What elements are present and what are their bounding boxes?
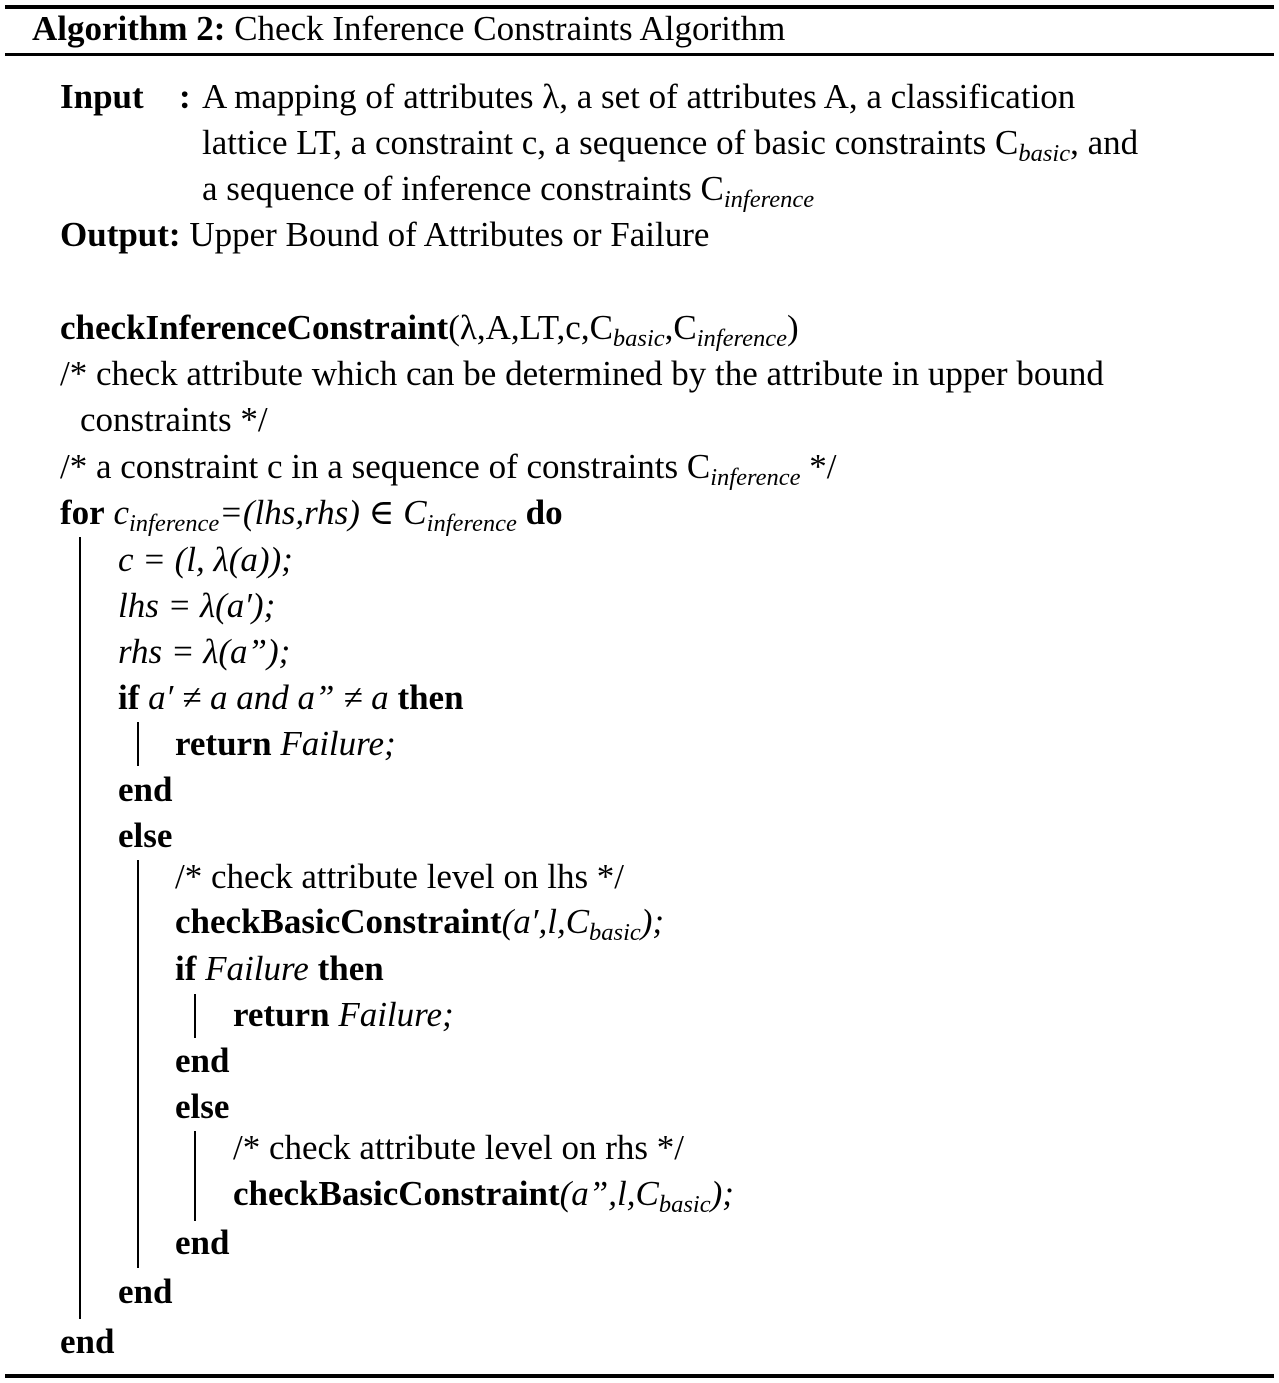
call-basic-fn: checkBasicConstraint xyxy=(233,1174,560,1213)
end-if2: end xyxy=(175,1041,230,1080)
end-else2: end xyxy=(175,1223,230,1262)
stmt-lhs: lhs = λ(a′); xyxy=(118,586,276,625)
comment-3: /* check attribute level on lhs */ xyxy=(175,857,625,896)
algorithm-label: Algorithm 2: xyxy=(32,9,226,48)
algorithm-title: Check Inference Constraints Algorithm xyxy=(234,9,786,48)
algorithm-caption: Algorithm 2: Check Inference Constraints… xyxy=(32,7,785,51)
stmt-rhs: rhs = λ(a”); xyxy=(118,632,291,671)
end-if: end xyxy=(118,770,173,809)
input-line-3: a sequence of inference constraints Cinf… xyxy=(202,169,815,213)
else2-block-bar xyxy=(194,1131,196,1221)
call-basic-fn: checkBasicConstraint xyxy=(175,902,502,941)
if2-block-bar xyxy=(194,994,196,1038)
comment-1-line-2: constraints */ xyxy=(80,400,268,439)
return-keyword: return xyxy=(233,995,330,1034)
for-keyword: for xyxy=(60,493,105,532)
if-condition: a′ ≠ a and a” ≠ a xyxy=(148,678,389,717)
return-statement-2: return Failure; xyxy=(233,993,454,1037)
input-line-1: A mapping of attributes λ, a set of attr… xyxy=(202,77,1076,116)
output-label: Output: xyxy=(60,215,181,254)
function-signature: checkInferenceConstraint(λ,A,LT,c,Cbasic… xyxy=(60,306,799,352)
for-statement: for cinference=(lhs,rhs) ∈ Cinference do xyxy=(60,491,563,537)
return-value: Failure; xyxy=(280,724,396,763)
if-statement: if a′ ≠ a and a” ≠ a then xyxy=(118,676,464,720)
end-for: end xyxy=(60,1322,115,1361)
return-statement-1: return Failure; xyxy=(175,722,396,766)
call-basic-args: (a′,l,Cbasic); xyxy=(501,902,665,946)
if-keyword: if xyxy=(175,949,197,988)
if-condition: Failure xyxy=(205,949,309,988)
input-colon-row: : xyxy=(179,75,191,119)
for-block-bar xyxy=(79,537,81,1319)
then-keyword: then xyxy=(397,678,464,717)
output-row: Output: Upper Bound of Attributes or Fai… xyxy=(60,213,709,257)
if-statement-2: if Failure then xyxy=(175,947,384,991)
call-basic-2: checkBasicConstraint(a”,l,Cbasic); xyxy=(233,1172,734,1218)
output-text: Upper Bound of Attributes or Failure xyxy=(189,215,710,254)
function-args: (λ,A,LT,c,Cbasic,Cinference) xyxy=(448,308,799,352)
do-keyword: do xyxy=(525,493,563,532)
end-else1: end xyxy=(118,1272,173,1311)
call-basic-args: (a”,l,Cbasic); xyxy=(559,1174,734,1218)
comment-4: /* check attribute level on rhs */ xyxy=(233,1128,684,1167)
if-keyword: if xyxy=(118,678,140,717)
input-label: Input xyxy=(60,77,144,116)
if-block-bar xyxy=(137,722,139,766)
for-condition: cinference=(lhs,rhs) ∈ Cinference xyxy=(113,493,517,537)
comment-2: /* a constraint c in a sequence of const… xyxy=(60,447,837,491)
input-label-row: Input xyxy=(60,75,144,119)
comment-1-line-1: /* check attribute which can be determin… xyxy=(60,354,1104,393)
caption-rule xyxy=(5,53,1274,56)
then-keyword: then xyxy=(317,949,384,988)
input-line-2: lattice LT, a constraint c, a sequence o… xyxy=(202,123,1139,167)
else-block-bar xyxy=(137,860,139,1268)
return-value: Failure; xyxy=(338,995,454,1034)
else-1: else xyxy=(118,816,173,855)
input-colon: : xyxy=(179,77,191,116)
return-keyword: return xyxy=(175,724,272,763)
stmt-c: c = (l, λ(a)); xyxy=(118,540,293,579)
function-name: checkInferenceConstraint xyxy=(60,308,449,347)
else-2: else xyxy=(175,1087,230,1126)
bottom-rule xyxy=(5,1374,1274,1378)
call-basic-1: checkBasicConstraint(a′,l,Cbasic); xyxy=(175,900,665,946)
